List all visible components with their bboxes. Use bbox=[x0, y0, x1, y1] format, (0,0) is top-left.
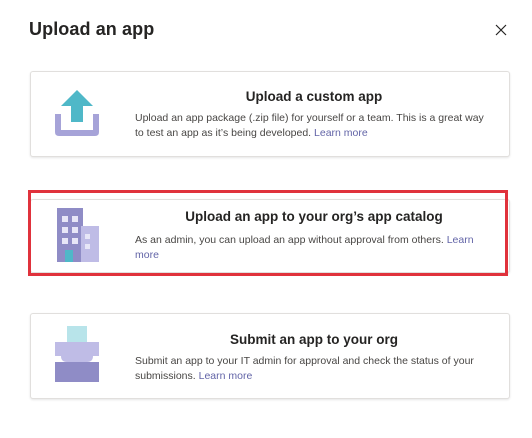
description-text: As an admin, you can upload an app witho… bbox=[135, 234, 444, 246]
upload-app-dialog: Upload an app Upload a custom app Upload… bbox=[0, 0, 532, 438]
card-title: Upload a custom app bbox=[245, 89, 383, 104]
close-button[interactable] bbox=[491, 20, 511, 40]
card-title: Upload an app to your org’s app catalog bbox=[185, 209, 443, 224]
learn-more-link[interactable]: Learn more bbox=[314, 127, 368, 139]
close-icon bbox=[495, 24, 507, 36]
submit-tray-icon bbox=[53, 326, 101, 382]
description-text: Submit an app to your IT admin for appro… bbox=[135, 355, 474, 382]
dialog-title: Upload an app bbox=[29, 19, 155, 39]
description-text: Upload an app package (.zip file) for yo… bbox=[135, 112, 484, 139]
building-icon bbox=[53, 204, 101, 262]
submit-app-card[interactable]: Submit an app to your org Submit an app … bbox=[30, 313, 510, 399]
upload-arrow-icon bbox=[53, 84, 101, 140]
card-description: As an admin, you can upload an app witho… bbox=[135, 233, 495, 262]
upload-org-catalog-card[interactable]: Upload an app to your org’s app catalog … bbox=[30, 199, 510, 273]
card-title: Submit an app to your org bbox=[230, 332, 398, 347]
upload-custom-app-card[interactable]: Upload a custom app Upload an app packag… bbox=[30, 71, 510, 157]
card-description: Submit an app to your IT admin for appro… bbox=[135, 354, 495, 383]
card-description: Upload an app package (.zip file) for yo… bbox=[135, 111, 495, 140]
learn-more-link[interactable]: Learn more bbox=[199, 370, 253, 382]
